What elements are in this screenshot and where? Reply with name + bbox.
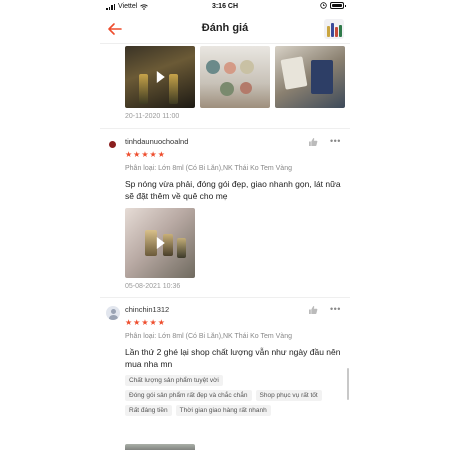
jar-image <box>224 62 236 74</box>
rating-stars: ★ ★ ★ ★ ★ <box>125 318 165 327</box>
thumbs-up-icon[interactable] <box>308 305 318 315</box>
battery-icon <box>330 2 346 9</box>
jar-image <box>240 60 254 74</box>
avatar[interactable] <box>106 306 120 320</box>
bottle-image <box>169 74 178 104</box>
review-photo[interactable] <box>275 46 345 108</box>
product-thumbnail-button[interactable] <box>324 19 344 39</box>
review-tags: Chất lượng sản phẩm tuyệt vời Đóng gói s… <box>125 375 345 416</box>
more-icon[interactable]: ••• <box>330 305 341 314</box>
star-icon: ★ <box>133 150 141 159</box>
bottle-image <box>145 230 157 256</box>
review-photo[interactable] <box>125 444 195 450</box>
status-bar: Viettel 3:16 CH <box>100 0 350 14</box>
page-title: Đánh giá <box>201 22 249 34</box>
review-date: 05-08-2021 10:36 <box>125 283 181 290</box>
rating-stars: ★ ★ ★ ★ ★ <box>125 150 165 159</box>
scrollbar[interactable] <box>347 368 349 400</box>
alarm-icon <box>320 2 327 9</box>
review-tag: Rất đáng tiền <box>125 405 172 416</box>
package-image <box>280 56 308 90</box>
review-tag: Thời gian giao hàng rất nhanh <box>175 405 271 416</box>
reviewer-name[interactable]: tinhdaunuochoalnd <box>125 137 188 146</box>
top-media-row <box>125 46 345 108</box>
jar-image <box>220 82 234 96</box>
star-icon: ★ <box>133 318 141 327</box>
star-icon: ★ <box>125 318 133 327</box>
review-photo[interactable] <box>200 46 270 108</box>
bottle-image <box>139 74 148 104</box>
star-icon: ★ <box>141 150 149 159</box>
review-tag: Chất lượng sản phẩm tuyệt vời <box>125 375 223 386</box>
star-icon: ★ <box>141 318 149 327</box>
avatar[interactable] <box>106 138 120 152</box>
package-image <box>311 60 333 94</box>
divider <box>100 128 350 129</box>
divider <box>100 297 350 298</box>
variant-label: Phân loại: Lớn 8ml (Có Bi Lăn),NK Thái K… <box>125 165 292 172</box>
thumbs-up-icon[interactable] <box>308 137 318 147</box>
review-tag: Đóng gói sản phẩm rất đẹp và chắc chắn <box>125 390 252 401</box>
review-comment: Sp nóng vừa phải, đóng gói đẹp, giao nha… <box>125 179 341 201</box>
status-time: 3:16 CH <box>211 3 239 10</box>
more-icon[interactable]: ••• <box>330 137 341 146</box>
top-bar: Đánh giá <box>100 14 350 44</box>
star-icon: ★ <box>157 318 165 327</box>
star-icon: ★ <box>157 150 165 159</box>
star-icon: ★ <box>125 150 133 159</box>
play-icon <box>156 237 165 249</box>
reviewer-name[interactable]: chinchin1312 <box>125 305 169 314</box>
play-icon <box>156 71 165 83</box>
bottle-image <box>177 238 186 258</box>
review-video-thumbnail[interactable] <box>125 46 195 108</box>
jar-image <box>206 60 220 74</box>
review-tag: Shop phục vụ rất tốt <box>255 390 322 401</box>
jar-image <box>240 82 252 94</box>
review-comment: Lần thứ 2 ghé lại shop chất lượng vẫn nh… <box>125 347 341 369</box>
star-icon: ★ <box>149 150 157 159</box>
review-video-thumbnail[interactable] <box>125 208 195 278</box>
variant-label: Phân loại: Lớn 8ml (Có Bi Lăn),NK Thái K… <box>125 333 292 340</box>
review-date: 20-11-2020 11:00 <box>125 113 180 120</box>
status-right <box>320 2 346 9</box>
review-screen: Viettel 3:16 CH Đánh giá 20-11-2020 11:0… <box>100 0 350 450</box>
star-icon: ★ <box>149 318 157 327</box>
